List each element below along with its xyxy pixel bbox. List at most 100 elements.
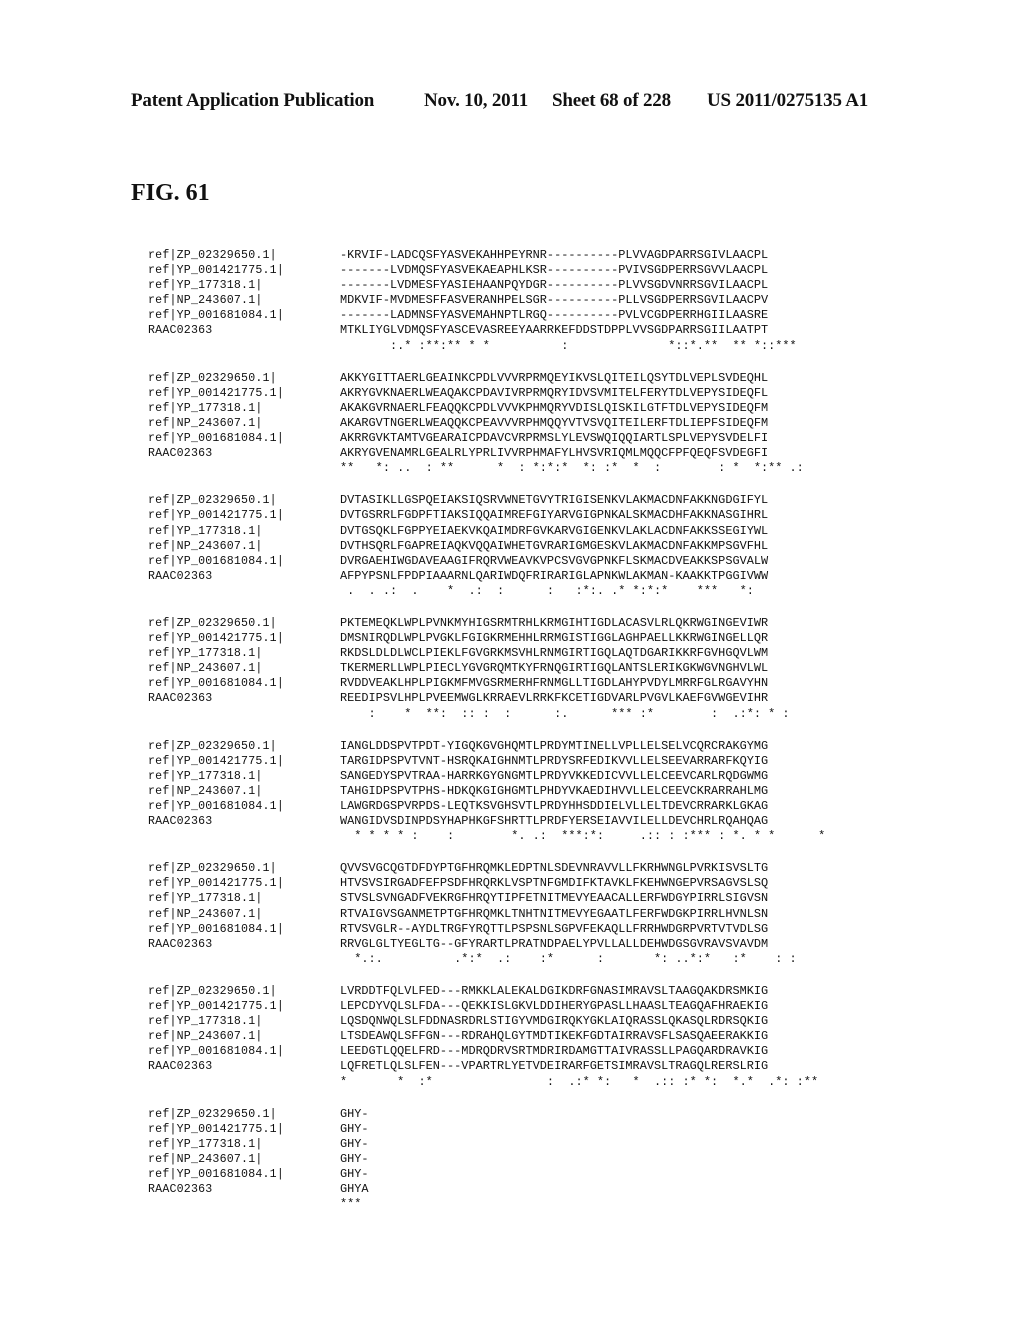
sequence-segment: LQFRETLQLSLFEN---VPARTRLYETVDEIRARFGETSI… <box>340 1059 769 1074</box>
publication-date: Nov. 10, 2011 <box>424 90 529 111</box>
sequence-id: ref|NP_243607.1| <box>148 784 263 798</box>
sequence-id: ref|YP_177318.1| <box>148 279 263 293</box>
consensus-line: :.* :**:** * * : *::*.** ** *::*** <box>340 338 797 353</box>
sequence-id: ref|ZP_02329650.1| <box>148 249 277 262</box>
alignment-row: RAAC02363 MTKLIYGLVDMQSFYASCEVASREEYAARRK… <box>148 323 868 338</box>
alignment-row: ref|NP_243607.1| LTSDEAWQLSFFGN---RDRAHQL… <box>148 1029 868 1044</box>
alignment-row: ref|YP_001681084.1| -------LADMNSFYASVEMA… <box>148 308 868 323</box>
sheet-number: Sheet 68 of 228 <box>552 90 671 111</box>
consensus-row: . . .: . * .: : : :*:. .* *:*:* *** *: <box>148 584 868 599</box>
alignment-row: RAAC02363 AFPYPSNLFPDPIAAARNLQARIWDQFRIRA… <box>148 569 868 584</box>
consensus-row: *** <box>148 1197 868 1212</box>
sequence-id: RAAC02363 <box>148 569 213 583</box>
sequence-id: ref|YP_001681084.1| <box>148 554 284 568</box>
sequence-segment: REEDIPSVLHPLPVEEMWGLKRRAEVLRRKFKCETIGDVA… <box>340 691 769 706</box>
sequence-id: ref|NP_243607.1| <box>148 662 263 676</box>
sequence-segment: RKDSLDLDLWCLPIEKLFGVGRKMSVHLRNMGIRTIGQLA… <box>340 646 769 661</box>
sequence-segment: LVRDDTFQLVLFED---RMKKLALEKALDGIKDRFGNASI… <box>340 983 769 998</box>
sequence-segment: GHY- <box>340 1106 369 1121</box>
sequence-segment: GHYA <box>340 1182 369 1197</box>
consensus-line: *.:. .*:* .: :* : *: ..*:* :* : : <box>340 951 797 966</box>
sequence-segment: DVTHSQRLFGAPREIAQKVQQAIWHETGVRARIGMGESKV… <box>340 538 769 553</box>
sequence-segment: DVRGAEHIWGDAVEAAGIFRQRVWEAVKVPCSVGVGPNKF… <box>340 553 769 568</box>
alignment-row: ref|ZP_02329650.1| AKKYGITTAERLGEAINKCPDL… <box>148 371 868 386</box>
sequence-segment: AFPYPSNLFPDPIAAARNLQARIWDQFRIRARIGLAPNKW… <box>340 568 769 583</box>
sequence-segment: GHY- <box>340 1121 369 1136</box>
alignment-block: ref|ZP_02329650.1| AKKYGITTAERLGEAINKCPDL… <box>148 371 868 477</box>
sequence-id: RAAC02363 <box>148 815 213 829</box>
sequence-segment: -------LVDMESFYASIEHAANPQYDGR----------P… <box>340 278 769 293</box>
consensus-row: * * * * : : *. .: ***:*: .:: : :*** : *.… <box>148 829 868 844</box>
sequence-id: ref|YP_001421775.1| <box>148 264 284 278</box>
alignment-row: ref|YP_001421775.1| TARGIDPSPVTVNT-HSRQKA… <box>148 754 868 769</box>
sequence-segment: LEEDGTLQQELFRD---MDRQDRVSRTMDRIRDAMGTTAI… <box>340 1044 769 1059</box>
sequence-segment: DMSNIRQDLWPLPVGKLFGIGKRMEHHLRRMGISTIGGLA… <box>340 631 769 646</box>
sequence-segment: LAWGRDGSPVRPDS-LEQTKSVGHSVTLPRDYHHSDDIEL… <box>340 799 769 813</box>
alignment-row: RAAC02363 RRVGLGLTYEGLTG--GFYRARTLPRATNDP… <box>148 937 868 952</box>
alignment-row: RAAC02363 LQFRETLQLSLFEN---VPARTRLYETVDEI… <box>148 1059 868 1074</box>
alignment-row: ref|YP_001681084.1| RVDDVEAKLHPLPIGKMFMVG… <box>148 676 868 691</box>
alignment-row: RAAC02363 WANGIDVSDINPDSYHAPHKGFSHRTTLPRD… <box>148 814 868 829</box>
sequence-segment: AKRYGVENAMRLGEALRLYPRLIVVRPHMAFYLHVSVRIQ… <box>340 446 769 461</box>
alignment-row: ref|YP_001681084.1| GHY- <box>148 1167 868 1182</box>
sequence-id: ref|YP_177318.1| <box>148 892 263 906</box>
consensus-line: * * * * : : *. .: ***:*: .:: : :*** : *.… <box>340 829 826 844</box>
alignment-block: ref|ZP_02329650.1| GHY-ref|YP_001421775.1… <box>148 1107 868 1213</box>
sequence-segment: DVTGSQKLFGPPYEIAEKVKQAIMDRFGVKARVGIGENKV… <box>340 523 769 538</box>
sequence-id: ref|NP_243607.1| <box>148 1152 263 1166</box>
alignment-row: RAAC02363 AKRYGVENAMRLGEALRLYPRLIVVRPHMAF… <box>148 446 868 461</box>
sequence-segment: DVTGSRRLFGDPFTIAKSIQQAIMREFGIYARVGIGPNKA… <box>340 508 769 523</box>
consensus-label-spacer <box>148 584 340 599</box>
consensus-line: ** *: .. : ** * : *:*:* *: :* * : : * *:… <box>340 461 804 476</box>
consensus-line: *** <box>340 1197 362 1212</box>
alignment-row: ref|YP_177318.1| GHY- <box>148 1137 868 1152</box>
sequence-id: ref|ZP_02329650.1| <box>148 862 277 876</box>
sequence-segment: AKRYGVKNAERLWEAQAKCPDAVIVRPRMQRYIDVSVMIT… <box>340 385 769 400</box>
sequence-id: ref|YP_177318.1| <box>148 401 263 415</box>
sequence-segment: RRVGLGLTYEGLTG--GFYRARTLPRATNDPAELYPVLLA… <box>340 936 769 951</box>
sequence-segment: RTVSVGLR--AYDLTRGFYRQTTLPSPSNLSGPVFEKAQL… <box>340 921 769 936</box>
patent-number: US 2011/0275135 A1 <box>707 90 869 111</box>
consensus-row: *.:. .*:* .: :* : *: ..*:* :* : : <box>148 952 868 967</box>
sequence-id: ref|YP_001421775.1| <box>148 1122 284 1136</box>
sequence-id: ref|YP_177318.1| <box>148 1137 263 1151</box>
sequence-id: ref|ZP_02329650.1| <box>148 739 277 753</box>
sequence-segment: GHY- <box>340 1166 369 1181</box>
alignment-block: ref|ZP_02329650.1| IANGLDDSPVTPDT-YIGQKGV… <box>148 739 868 845</box>
sequence-id: RAAC02363 <box>148 937 213 951</box>
alignment-row: ref|NP_243607.1| AKARGVTNGERLWEAQQKCPEAVV… <box>148 416 868 431</box>
sequence-id: ref|YP_001681084.1| <box>148 800 284 813</box>
consensus-label-spacer <box>148 1197 340 1212</box>
sequence-id: RAAC02363 <box>148 1183 213 1197</box>
alignment-row: ref|NP_243607.1| RTVAIGVSGANMETPTGFHRQMKL… <box>148 907 868 922</box>
consensus-line: : * **: :: : : :. *** :* : .:*: * : <box>340 706 790 721</box>
alignment-row: ref|NP_243607.1| TKERMERLLWPLPIECLYGVGRQM… <box>148 661 868 676</box>
sequence-id: ref|YP_177318.1| <box>148 524 263 538</box>
alignment-row: ref|YP_001421775.1| HTVSVSIRGADFEFPSDFHRQ… <box>148 876 868 891</box>
alignment-row: ref|YP_177318.1| SANGEDYSPVTRAA-HARRKGYGN… <box>148 769 868 784</box>
alignment-block: ref|ZP_02329650.1| DVTASIKLLGSPQEIAKSIQSR… <box>148 493 868 599</box>
sequence-segment: LQSDQNWQLSLFDDNASRDRLSTIGYVMDGIRQKYGKLAI… <box>340 1014 769 1029</box>
consensus-label-spacer <box>148 952 340 967</box>
alignment-row: ref|YP_001681084.1| AKRRGVKTAMTVGEARAICPD… <box>148 431 868 446</box>
sequence-segment: IANGLDDSPVTPDT-YIGQKGVGHQMTLPRDYMTINELLV… <box>340 738 769 753</box>
alignment-block: ref|ZP_02329650.1| QVVSVGCQGTDFDYPTGFHRQM… <box>148 861 868 967</box>
alignment-row: ref|YP_177318.1| DVTGSQKLFGPPYEIAEKVKQAIM… <box>148 524 868 539</box>
sequence-id: ref|YP_001681084.1| <box>148 922 284 936</box>
sequence-id: ref|YP_001681084.1| <box>148 677 284 691</box>
sequence-id: ref|ZP_02329650.1| <box>148 494 277 508</box>
alignment-row: ref|YP_001421775.1| -------LVDMQSFYASVEKA… <box>148 263 868 278</box>
sequence-segment: QVVSVGCQGTDFDYPTGFHRQMKLEDPTNLSDEVNRAVVL… <box>340 861 769 876</box>
sequence-segment: STVSLSVNGADFVEKRGFHRQYTIPFETNITMEVYEAACA… <box>340 891 769 906</box>
sequence-id: ref|YP_001681084.1| <box>148 1167 284 1181</box>
consensus-row: * * :* : .:* *: * .:: :* *: *.* .*: :** <box>148 1075 868 1090</box>
alignment-row: ref|ZP_02329650.1| GHY- <box>148 1107 868 1122</box>
alignment-row: ref|ZP_02329650.1| PKTEMEQKLWPLPVNKMYHIGS… <box>148 616 868 631</box>
sequence-segment: TKERMERLLWPLPIECLYGVGRQMTKYFRNQGIRTIGQLA… <box>340 661 769 676</box>
sequence-id: RAAC02363 <box>148 447 213 461</box>
consensus-row: : * **: :: : : :. *** :* : .:*: * : <box>148 707 868 722</box>
sequence-segment: AKRRGVKTAMTVGEARAICPDAVCVRPRMSLYLEVSWQIQ… <box>340 431 769 446</box>
sequence-id: ref|YP_001421775.1| <box>148 632 284 646</box>
page-header: Patent Application Publication Nov. 10, … <box>131 90 891 200</box>
consensus-label-spacer <box>148 707 340 722</box>
